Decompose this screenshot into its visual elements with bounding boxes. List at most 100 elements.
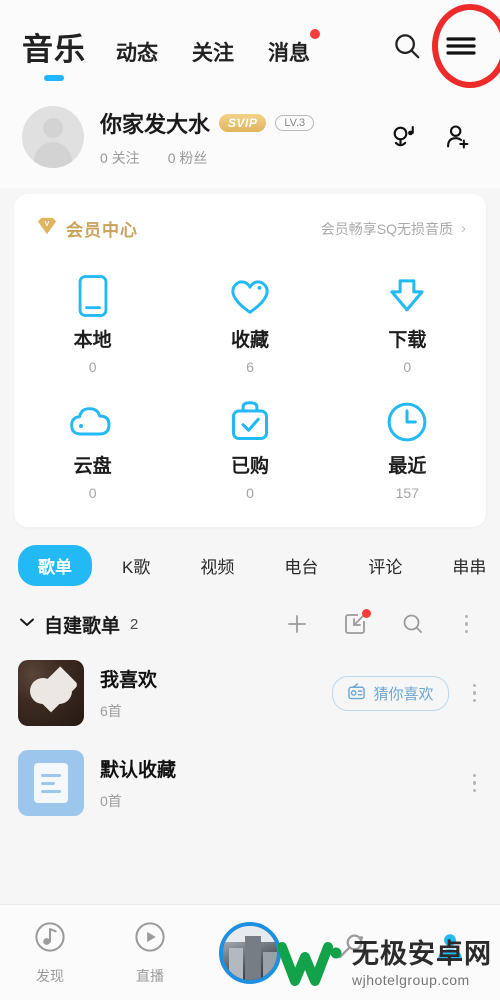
nav-tab-music[interactable]: 音乐 bbox=[22, 24, 86, 81]
vip-center-row[interactable]: V 会员中心 会员畅享SQ无损音质 › bbox=[14, 198, 486, 247]
feature-card: V 会员中心 会员畅享SQ无损音质 › 本地 0 收藏 6 下载 0 云盘 0 … bbox=[14, 194, 486, 527]
add-friend-icon[interactable] bbox=[444, 123, 472, 151]
playlist-song-count: 0首 bbox=[100, 793, 122, 809]
grid-item-downloads[interactable]: 下载 0 bbox=[329, 261, 486, 383]
grid-item-recent[interactable]: 最近 157 bbox=[329, 387, 486, 509]
search-icon[interactable] bbox=[401, 612, 425, 636]
chevron-right-icon: › bbox=[461, 220, 466, 237]
hamburger-menu-icon[interactable] bbox=[444, 33, 478, 59]
nav-tab-music-label: 音乐 bbox=[22, 31, 86, 67]
following-count[interactable]: 0 关注 bbox=[100, 148, 140, 168]
grid-item-cloud-label: 云盘 bbox=[73, 456, 112, 477]
category-tab-comments[interactable]: 评论 bbox=[348, 545, 422, 586]
playlist-more-icon[interactable] bbox=[467, 680, 483, 707]
guess-you-like-button[interactable]: 猜你喜欢 bbox=[332, 675, 449, 711]
messages-unread-dot bbox=[310, 28, 320, 39]
import-icon[interactable] bbox=[343, 609, 371, 636]
nav-tab-dynamic-label: 动态 bbox=[116, 41, 158, 65]
profile-name-row: 你家发大水 SVIP LV.3 bbox=[100, 107, 390, 139]
category-tab-bar[interactable]: 歌单 K歌 视频 电台 评论 串串 bbox=[0, 527, 500, 600]
section-actions bbox=[285, 609, 483, 638]
playlist-more-icon[interactable] bbox=[467, 770, 483, 797]
watermark-url: wjhotelgroup.com bbox=[352, 972, 470, 988]
grid-item-local-label: 本地 bbox=[73, 330, 112, 351]
category-tab-ktv[interactable]: K歌 bbox=[102, 545, 170, 586]
profile-stats-row: 0 关注 0 粉丝 bbox=[100, 148, 390, 168]
profile-nickname: 你家发大水 bbox=[100, 111, 211, 137]
avatar[interactable] bbox=[22, 106, 84, 168]
chevron-down-icon[interactable] bbox=[18, 615, 36, 634]
vip-subtitle: 会员畅享SQ无损音质 bbox=[320, 220, 453, 237]
playlist-song-count: 6首 bbox=[100, 703, 122, 719]
more-icon[interactable] bbox=[459, 611, 475, 638]
grid-item-purchased-count: 0 bbox=[246, 485, 254, 501]
cloud-icon bbox=[69, 399, 117, 445]
active-tab-underline bbox=[44, 74, 64, 81]
profile-actions bbox=[390, 123, 480, 151]
disc-note-icon bbox=[33, 920, 67, 959]
bottom-nav-live[interactable]: 直播 bbox=[100, 920, 200, 986]
now-playing-disc[interactable] bbox=[219, 921, 281, 984]
profile-header[interactable]: 你家发大水 SVIP LV.3 0 关注 0 粉丝 bbox=[0, 92, 500, 188]
bag-check-icon bbox=[229, 399, 271, 445]
playlist-text-group: 我喜欢 6首 bbox=[100, 665, 332, 721]
playlist-thumbnail-liked bbox=[18, 660, 84, 726]
nav-tab-dynamic[interactable]: 动态 bbox=[116, 37, 158, 67]
phone-icon bbox=[73, 273, 113, 319]
nav-tab-messages[interactable]: 消息 bbox=[268, 28, 320, 67]
watermark-title: 无极安卓网 bbox=[352, 939, 492, 969]
category-tab-chuanchuan[interactable]: 串串 bbox=[432, 545, 500, 586]
bottom-nav-discover[interactable]: 发现 bbox=[0, 920, 100, 986]
playlist-thumbnail-default bbox=[18, 750, 84, 816]
grid-item-purchased-label: 已购 bbox=[230, 456, 269, 477]
play-circle-icon bbox=[133, 920, 167, 959]
grid-item-cloud-count: 0 bbox=[88, 485, 97, 501]
list-item[interactable]: 默认收藏 0首 bbox=[0, 738, 500, 828]
nav-actions bbox=[392, 31, 484, 61]
profile-info: 你家发大水 SVIP LV.3 0 关注 0 粉丝 bbox=[100, 107, 390, 168]
svip-badge[interactable]: SVIP bbox=[219, 113, 267, 132]
mic-music-icon[interactable] bbox=[390, 123, 418, 151]
level-badge[interactable]: LV.3 bbox=[275, 114, 315, 131]
radio-icon bbox=[347, 682, 366, 704]
playlist-name: 默认收藏 bbox=[100, 760, 177, 781]
search-icon[interactable] bbox=[392, 31, 422, 61]
app-root: 音乐 动态 关注 消息 你家发大水 SVIP LV.3 0 关注 0 粉丝 V … bbox=[0, 0, 500, 1000]
document-icon bbox=[34, 763, 68, 803]
add-icon[interactable] bbox=[285, 612, 309, 636]
grid-item-recent-count: 157 bbox=[395, 485, 419, 501]
grid-item-recent-label: 最近 bbox=[388, 456, 427, 477]
category-tab-video[interactable]: 视频 bbox=[180, 545, 254, 586]
heart-icon bbox=[227, 273, 273, 319]
nav-tab-messages-label: 消息 bbox=[268, 41, 310, 65]
playlist-name: 我喜欢 bbox=[100, 670, 158, 691]
nav-tab-following[interactable]: 关注 bbox=[192, 37, 234, 67]
category-tab-playlist[interactable]: 歌单 bbox=[18, 545, 92, 586]
top-navigation-bar: 音乐 动态 关注 消息 bbox=[0, 0, 500, 92]
grid-item-downloads-count: 0 bbox=[403, 359, 412, 375]
grid-item-local-count: 0 bbox=[88, 359, 97, 375]
self-created-playlists-header: 自建歌单 2 bbox=[0, 600, 500, 648]
section-title-group[interactable]: 自建歌单 2 bbox=[18, 611, 285, 638]
category-tab-radio[interactable]: 电台 bbox=[264, 545, 338, 586]
grid-item-favorites-label: 收藏 bbox=[230, 330, 269, 351]
section-title: 自建歌单 bbox=[44, 615, 121, 637]
grid-item-cloud[interactable]: 云盘 0 bbox=[14, 387, 171, 509]
vip-center-right[interactable]: 会员畅享SQ无损音质 › bbox=[321, 219, 466, 239]
grid-item-purchased[interactable]: 已购 0 bbox=[171, 387, 328, 509]
w-logo-green-icon bbox=[277, 935, 344, 994]
list-item[interactable]: 我喜欢 6首 猜你喜欢 bbox=[0, 648, 500, 738]
import-new-dot bbox=[361, 609, 371, 618]
followers-count[interactable]: 0 粉丝 bbox=[168, 148, 208, 168]
vip-center-title: 会员中心 bbox=[66, 221, 138, 240]
grid-item-favorites[interactable]: 收藏 6 bbox=[171, 261, 328, 383]
bottom-nav-live-label: 直播 bbox=[136, 967, 164, 984]
svg-text:V: V bbox=[45, 219, 50, 228]
grid-item-local[interactable]: 本地 0 bbox=[14, 261, 171, 383]
download-icon bbox=[385, 273, 429, 319]
section-count: 2 bbox=[130, 615, 139, 633]
grid-item-downloads-label: 下载 bbox=[388, 330, 427, 351]
site-watermark: 无极安卓网 wjhotelgroup.com bbox=[277, 935, 492, 994]
nav-tab-list: 音乐 动态 关注 消息 bbox=[22, 24, 392, 81]
feature-grid: 本地 0 收藏 6 下载 0 云盘 0 已购 0 最近 157 bbox=[14, 247, 486, 509]
